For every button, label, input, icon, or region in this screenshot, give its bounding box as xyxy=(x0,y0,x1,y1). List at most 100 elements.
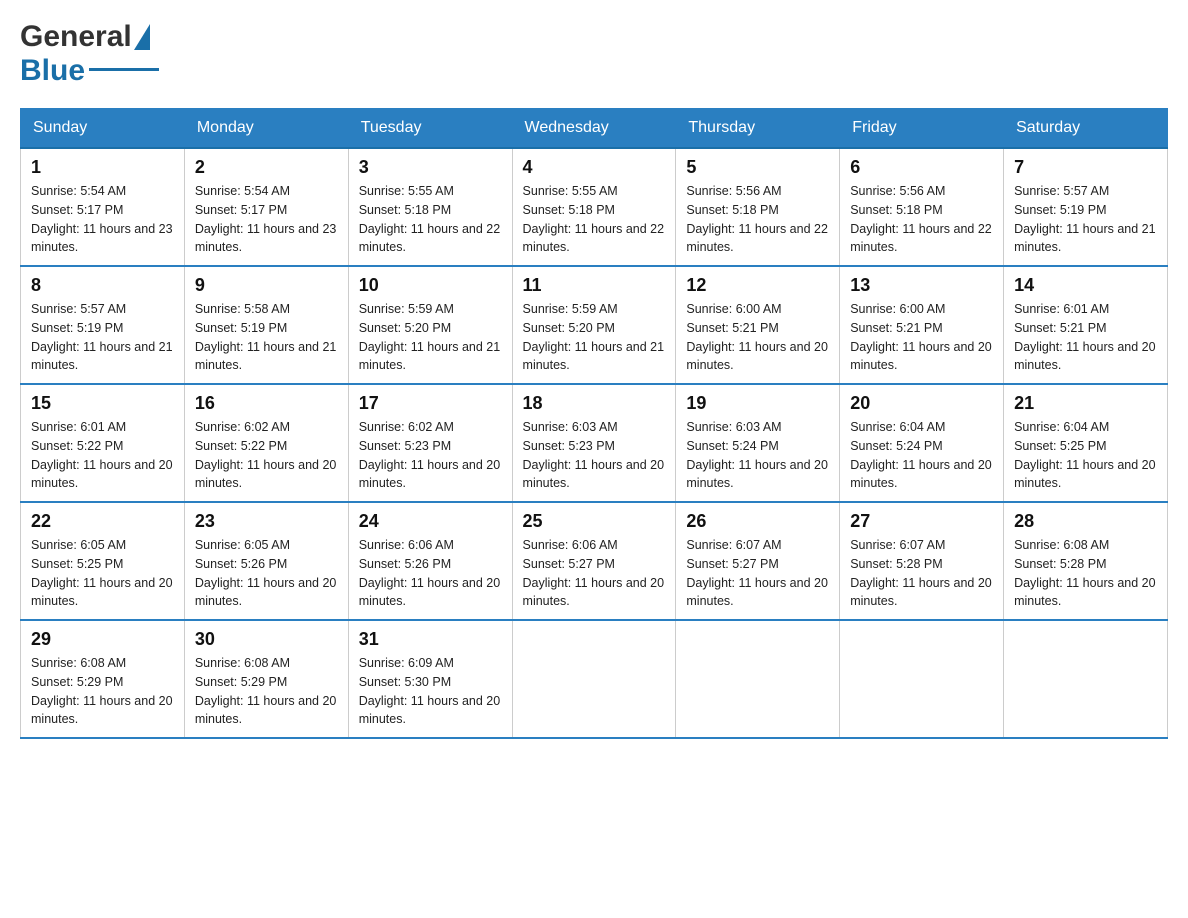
calendar-cell: 1 Sunrise: 5:54 AMSunset: 5:17 PMDaylight… xyxy=(21,148,185,266)
day-info: Sunrise: 6:04 AMSunset: 5:25 PMDaylight:… xyxy=(1014,420,1156,490)
day-info: Sunrise: 6:02 AMSunset: 5:22 PMDaylight:… xyxy=(195,420,337,490)
calendar-table: SundayMondayTuesdayWednesdayThursdayFrid… xyxy=(20,108,1168,739)
calendar-cell: 19 Sunrise: 6:03 AMSunset: 5:24 PMDayligh… xyxy=(676,384,840,502)
header-sunday: Sunday xyxy=(21,109,185,149)
day-number: 2 xyxy=(195,157,338,178)
day-number: 24 xyxy=(359,511,502,532)
calendar-cell: 9 Sunrise: 5:58 AMSunset: 5:19 PMDaylight… xyxy=(184,266,348,384)
calendar-cell: 20 Sunrise: 6:04 AMSunset: 5:24 PMDayligh… xyxy=(840,384,1004,502)
day-number: 4 xyxy=(523,157,666,178)
day-number: 21 xyxy=(1014,393,1157,414)
day-number: 9 xyxy=(195,275,338,296)
calendar-cell: 23 Sunrise: 6:05 AMSunset: 5:26 PMDayligh… xyxy=(184,502,348,620)
day-info: Sunrise: 5:54 AMSunset: 5:17 PMDaylight:… xyxy=(31,184,173,254)
day-info: Sunrise: 6:08 AMSunset: 5:29 PMDaylight:… xyxy=(195,656,337,726)
day-number: 27 xyxy=(850,511,993,532)
day-info: Sunrise: 6:09 AMSunset: 5:30 PMDaylight:… xyxy=(359,656,501,726)
day-info: Sunrise: 5:56 AMSunset: 5:18 PMDaylight:… xyxy=(686,184,828,254)
day-info: Sunrise: 6:01 AMSunset: 5:21 PMDaylight:… xyxy=(1014,302,1156,372)
logo-row1: General xyxy=(20,20,150,54)
calendar-cell: 21 Sunrise: 6:04 AMSunset: 5:25 PMDayligh… xyxy=(1004,384,1168,502)
day-number: 23 xyxy=(195,511,338,532)
day-info: Sunrise: 5:57 AMSunset: 5:19 PMDaylight:… xyxy=(31,302,173,372)
day-info: Sunrise: 6:00 AMSunset: 5:21 PMDaylight:… xyxy=(850,302,992,372)
day-info: Sunrise: 6:05 AMSunset: 5:26 PMDaylight:… xyxy=(195,538,337,608)
day-number: 19 xyxy=(686,393,829,414)
calendar-cell: 2 Sunrise: 5:54 AMSunset: 5:17 PMDaylight… xyxy=(184,148,348,266)
day-number: 15 xyxy=(31,393,174,414)
calendar-cell: 5 Sunrise: 5:56 AMSunset: 5:18 PMDaylight… xyxy=(676,148,840,266)
day-info: Sunrise: 6:02 AMSunset: 5:23 PMDaylight:… xyxy=(359,420,501,490)
day-info: Sunrise: 5:59 AMSunset: 5:20 PMDaylight:… xyxy=(359,302,501,372)
day-info: Sunrise: 6:06 AMSunset: 5:26 PMDaylight:… xyxy=(359,538,501,608)
day-info: Sunrise: 6:04 AMSunset: 5:24 PMDaylight:… xyxy=(850,420,992,490)
day-number: 5 xyxy=(686,157,829,178)
page-header: General Blue xyxy=(20,20,1168,88)
week-row-2: 8 Sunrise: 5:57 AMSunset: 5:19 PMDaylight… xyxy=(21,266,1168,384)
day-number: 12 xyxy=(686,275,829,296)
calendar-cell xyxy=(840,620,1004,738)
calendar-cell: 17 Sunrise: 6:02 AMSunset: 5:23 PMDayligh… xyxy=(348,384,512,502)
day-number: 14 xyxy=(1014,275,1157,296)
day-info: Sunrise: 5:55 AMSunset: 5:18 PMDaylight:… xyxy=(523,184,665,254)
calendar-cell: 29Sunrise: 6:08 AMSunset: 5:29 PMDayligh… xyxy=(21,620,185,738)
calendar-cell: 26Sunrise: 6:07 AMSunset: 5:27 PMDayligh… xyxy=(676,502,840,620)
header-friday: Friday xyxy=(840,109,1004,149)
day-info: Sunrise: 5:59 AMSunset: 5:20 PMDaylight:… xyxy=(523,302,665,372)
day-number: 13 xyxy=(850,275,993,296)
logo-line xyxy=(89,68,159,71)
header-saturday: Saturday xyxy=(1004,109,1168,149)
calendar-cell: 6Sunrise: 5:56 AMSunset: 5:18 PMDaylight… xyxy=(840,148,1004,266)
calendar-cell: 10 Sunrise: 5:59 AMSunset: 5:20 PMDayligh… xyxy=(348,266,512,384)
day-info: Sunrise: 6:03 AMSunset: 5:23 PMDaylight:… xyxy=(523,420,665,490)
header-monday: Monday xyxy=(184,109,348,149)
day-number: 29 xyxy=(31,629,174,650)
day-info: Sunrise: 5:55 AMSunset: 5:18 PMDaylight:… xyxy=(359,184,501,254)
day-number: 18 xyxy=(523,393,666,414)
logo: General Blue xyxy=(20,20,159,88)
calendar-cell xyxy=(676,620,840,738)
header-tuesday: Tuesday xyxy=(348,109,512,149)
logo-row2: Blue xyxy=(20,54,159,88)
calendar-cell: 4 Sunrise: 5:55 AMSunset: 5:18 PMDaylight… xyxy=(512,148,676,266)
day-number: 20 xyxy=(850,393,993,414)
day-number: 3 xyxy=(359,157,502,178)
day-info: Sunrise: 5:54 AMSunset: 5:17 PMDaylight:… xyxy=(195,184,337,254)
week-row-5: 29 Sunrise: 6:08 AMSunset: 5:29 PMDayligh… xyxy=(21,620,1168,738)
calendar-cell: 30Sunrise: 6:08 AMSunset: 5:29 PMDayligh… xyxy=(184,620,348,738)
calendar-cell xyxy=(512,620,676,738)
day-number: 11 xyxy=(523,275,666,296)
week-row-3: 15Sunrise: 6:01 AMSunset: 5:22 PMDayligh… xyxy=(21,384,1168,502)
calendar-cell: 14 Sunrise: 6:01 AMSunset: 5:21 PMDayligh… xyxy=(1004,266,1168,384)
calendar-cell: 8 Sunrise: 5:57 AMSunset: 5:19 PMDaylight… xyxy=(21,266,185,384)
week-row-4: 22Sunrise: 6:05 AMSunset: 5:25 PMDayligh… xyxy=(21,502,1168,620)
day-number: 31 xyxy=(359,629,502,650)
header-thursday: Thursday xyxy=(676,109,840,149)
calendar-cell: 24 Sunrise: 6:06 AMSunset: 5:26 PMDayligh… xyxy=(348,502,512,620)
day-number: 17 xyxy=(359,393,502,414)
day-number: 26 xyxy=(686,511,829,532)
calendar-cell xyxy=(1004,620,1168,738)
day-info: Sunrise: 5:58 AMSunset: 5:19 PMDaylight:… xyxy=(195,302,337,372)
calendar-cell: 18 Sunrise: 6:03 AMSunset: 5:23 PMDayligh… xyxy=(512,384,676,502)
calendar-cell: 31 Sunrise: 6:09 AMSunset: 5:30 PMDayligh… xyxy=(348,620,512,738)
calendar-header-row: SundayMondayTuesdayWednesdayThursdayFrid… xyxy=(21,109,1168,149)
day-info: Sunrise: 6:06 AMSunset: 5:27 PMDaylight:… xyxy=(523,538,665,608)
day-number: 25 xyxy=(523,511,666,532)
calendar-cell: 16 Sunrise: 6:02 AMSunset: 5:22 PMDayligh… xyxy=(184,384,348,502)
day-info: Sunrise: 6:03 AMSunset: 5:24 PMDaylight:… xyxy=(686,420,828,490)
day-number: 1 xyxy=(31,157,174,178)
day-info: Sunrise: 5:56 AMSunset: 5:18 PMDaylight:… xyxy=(850,184,992,254)
logo-triangle-icon xyxy=(134,24,150,50)
day-number: 28 xyxy=(1014,511,1157,532)
day-number: 7 xyxy=(1014,157,1157,178)
calendar-cell: 28Sunrise: 6:08 AMSunset: 5:28 PMDayligh… xyxy=(1004,502,1168,620)
day-number: 10 xyxy=(359,275,502,296)
calendar-cell: 15Sunrise: 6:01 AMSunset: 5:22 PMDayligh… xyxy=(21,384,185,502)
day-number: 8 xyxy=(31,275,174,296)
day-info: Sunrise: 6:05 AMSunset: 5:25 PMDaylight:… xyxy=(31,538,173,608)
calendar-cell: 12Sunrise: 6:00 AMSunset: 5:21 PMDayligh… xyxy=(676,266,840,384)
day-number: 16 xyxy=(195,393,338,414)
calendar-cell: 3 Sunrise: 5:55 AMSunset: 5:18 PMDaylight… xyxy=(348,148,512,266)
calendar-cell: 11 Sunrise: 5:59 AMSunset: 5:20 PMDayligh… xyxy=(512,266,676,384)
